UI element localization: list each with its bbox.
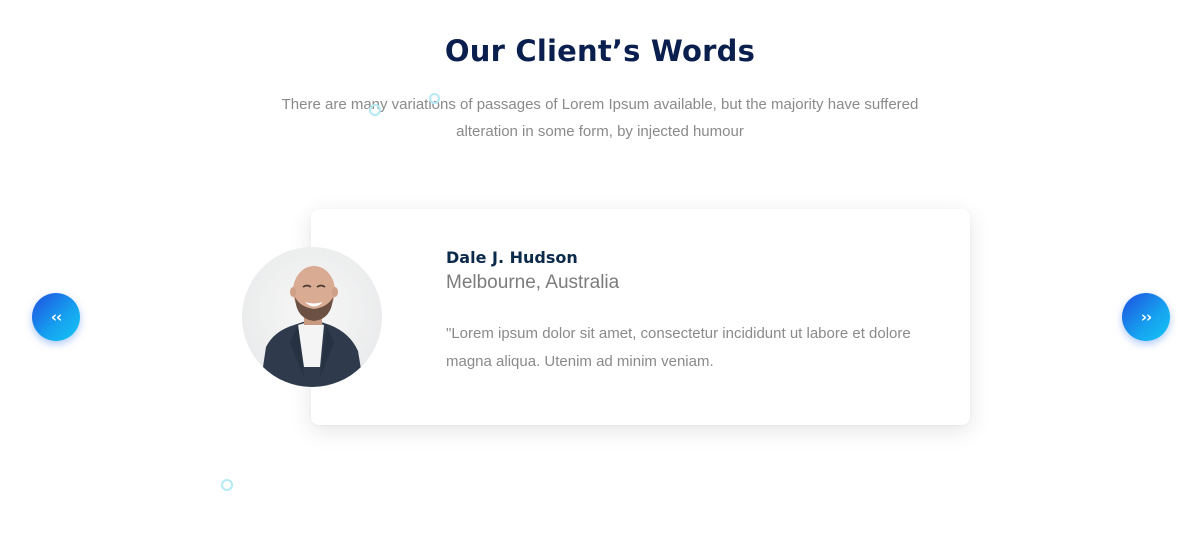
decorative-circle: [369, 104, 381, 116]
next-slide-button[interactable]: ››: [1122, 293, 1170, 341]
decorative-circle: [429, 93, 440, 104]
decorative-circle: [221, 479, 233, 491]
testimonial-quote: "Lorem ipsum dolor sit amet, consectetur…: [446, 325, 911, 370]
chevron-double-right-icon: ››: [1140, 308, 1152, 326]
section-title: Our Client’s Words: [444, 34, 756, 68]
client-location: Melbourne, Australia: [446, 272, 620, 293]
chevron-double-left-icon: ‹‹: [50, 308, 62, 326]
testimonial-card: [311, 209, 970, 425]
section-subtitle: There are many variations of passages of…: [281, 96, 919, 140]
testimonials-section: Our Client’s Words There are many variat…: [0, 0, 1200, 538]
person-photo-icon: [242, 247, 382, 387]
client-name: Dale J. Hudson: [446, 248, 578, 267]
prev-slide-button[interactable]: ‹‹: [32, 293, 80, 341]
client-avatar: [242, 247, 382, 387]
